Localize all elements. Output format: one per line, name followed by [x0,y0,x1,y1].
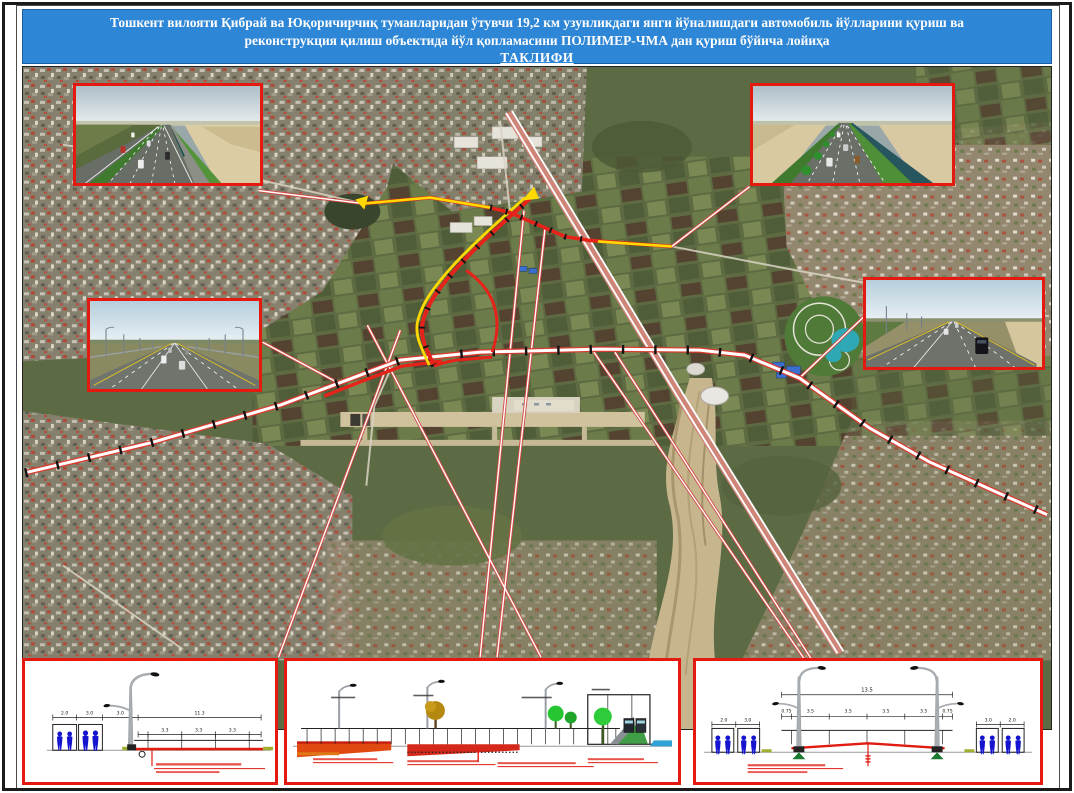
dimension-label: 13.5 [861,688,872,694]
streetlight-pole [910,665,964,759]
inset-render-top-right [750,83,955,186]
cross-section-center [284,658,681,785]
rail-portal [588,695,672,747]
dimension-label: 2.0 [61,711,68,717]
header-line-2: реконструкция қилиш объектида йўл қоплам… [23,32,1051,50]
inset-render-mid-right [863,277,1045,370]
lamp-head [150,672,159,677]
lamp-head [817,665,826,670]
pedestrian-figures [57,730,99,751]
header-line-1: Тошкент вилояти Қибрай ва Юқоричирчиқ ту… [23,14,1051,32]
pavement-layer-red [134,748,263,751]
road-cross-section-wide [287,661,678,782]
dimension-label: 0.75 [781,709,791,715]
lamp-head [772,702,779,706]
highway-ground-level-render [866,280,1042,367]
road-cross-section-sidewalk: 2.0 3.0 3.0 11.3 3.3 3.3 3.3 [25,661,275,782]
lamp-head [910,665,919,670]
dimension-label: 3.0 [744,718,751,724]
trees [425,701,577,728]
dimension-label: 3.3 [229,727,236,733]
highway-canal-render [753,86,952,183]
water-channel [650,740,672,746]
dimension-label: 3.5 [807,709,814,715]
dimension-label: 3.0 [86,711,93,717]
dimension-label: 3.5 [882,709,889,715]
dimension-label: 11.3 [195,711,205,717]
streetlight-pole [103,672,159,757]
dimension-label: 3.0 [985,718,992,724]
inset-render-mid-left [87,298,262,392]
road-cross-section-symmetric: 2.0 3.0 13.5 0.75 3.5 3.5 3.5 3.5 0.75 3… [696,661,1040,782]
lamp-head [957,702,964,706]
dimension-label: 0.75 [942,709,952,715]
dimension-label: 3.3 [195,727,202,733]
dimension-label: 3.5 [844,709,851,715]
red-annotations [748,764,843,773]
dimension-label: 2.0 [1009,718,1016,724]
dimension-label: 3.3 [161,727,168,733]
dimension-label: 2.0 [720,718,727,724]
dimension-label: 3.0 [117,711,124,717]
section-labels [331,689,610,699]
park [785,296,865,376]
lamp-head [103,704,110,708]
header-line-3: ТАКЛИФИ [23,49,1051,67]
red-annotation [152,750,265,773]
highway-railway-render [76,86,260,183]
dimension-label: 3.5 [920,709,927,715]
header-banner: Тошкент вилояти Қибрай ва Юқоричирчиқ ту… [22,9,1052,64]
streetlight-poles [339,680,563,729]
inset-render-top-left [73,83,263,186]
streetlight-pole [772,665,826,759]
pavement-wedge [407,744,519,756]
project-poster: Тошкент вилояти Қибрай ва Юқоричирчиқ ту… [0,0,1074,793]
cross-section-left: 2.0 3.0 3.0 11.3 3.3 3.3 3.3 [22,658,278,785]
highway-ground-level-render [90,301,259,389]
cross-section-right: 2.0 3.0 13.5 0.75 3.5 3.5 3.5 3.5 0.75 3… [693,658,1043,785]
